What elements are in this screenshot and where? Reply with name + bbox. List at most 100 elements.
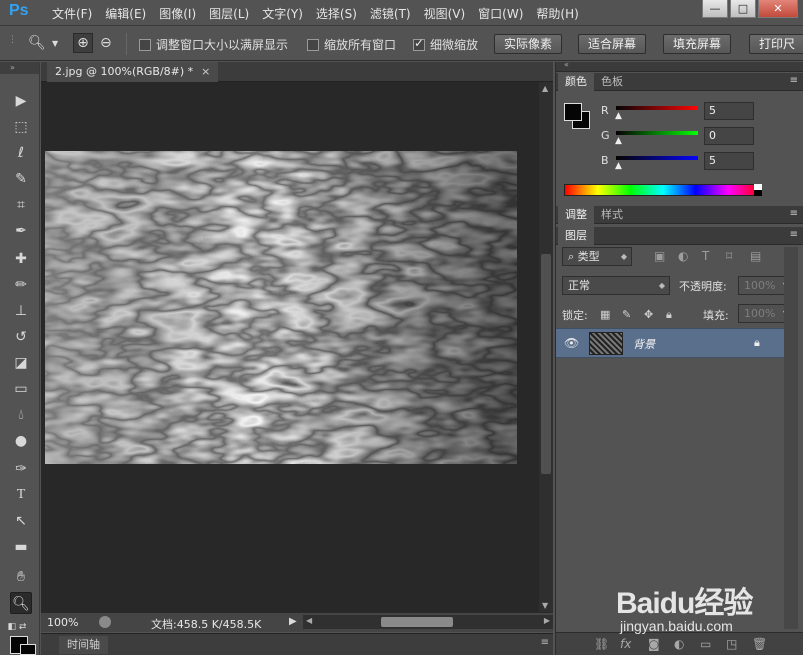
pen-tool-icon[interactable]: ✑: [10, 458, 32, 480]
blue-value-input[interactable]: 5: [704, 152, 754, 170]
blue-thumb[interactable]: ▲: [615, 161, 622, 171]
quick-select-tool-icon[interactable]: ✎: [10, 168, 32, 190]
lasso-tool-icon[interactable]: ℓ: [10, 142, 32, 164]
menu-type[interactable]: 文字(Y): [262, 5, 303, 22]
print-size-button[interactable]: 打印尺: [749, 34, 803, 54]
link-layers-icon[interactable]: ⛓: [594, 637, 609, 651]
collapse-icon[interactable]: «: [564, 60, 569, 69]
fit-screen-button[interactable]: 适合屏幕: [578, 34, 647, 54]
chevron-down-icon[interactable]: ▼: [52, 39, 58, 48]
scrubby-zoom-checkbox[interactable]: [413, 36, 425, 51]
layer-row-background[interactable]: 👁︎ 背景 🔒︎: [556, 328, 784, 358]
type-tool-icon[interactable]: T: [10, 484, 32, 506]
marquee-tool-icon[interactable]: ⬚: [10, 116, 32, 138]
menu-image[interactable]: 图像(I): [159, 5, 196, 22]
layers-scrollbar[interactable]: [784, 247, 798, 629]
menu-filter[interactable]: 滤镜(T): [370, 5, 411, 22]
fill-screen-button[interactable]: 填充屏幕: [663, 34, 732, 54]
eyedropper-tool-icon[interactable]: ✒: [10, 220, 32, 242]
hand-tool-icon[interactable]: ✋︎: [10, 566, 32, 588]
zoom-all-checkbox[interactable]: [307, 39, 319, 51]
menu-file[interactable]: 文件(F): [52, 5, 92, 22]
blue-track[interactable]: [616, 156, 698, 160]
dodge-tool-icon[interactable]: ●: [10, 430, 32, 452]
background-color-swatch[interactable]: [20, 644, 36, 655]
history-brush-icon[interactable]: ↺: [10, 326, 32, 348]
filter-shape-icon[interactable]: ⌑: [726, 249, 732, 263]
close-icon[interactable]: ×: [201, 65, 210, 78]
lock-image-icon[interactable]: ✎: [622, 308, 631, 321]
red-thumb[interactable]: ▲: [615, 111, 622, 121]
resize-windows-option[interactable]: 调整窗口大小以满屏显示: [139, 36, 288, 53]
status-menu-arrow-icon[interactable]: ▶: [289, 616, 297, 627]
default-colors-icon[interactable]: ◧ ⇄: [6, 616, 28, 638]
menu-edit[interactable]: 编辑(E): [105, 5, 146, 22]
timeline-tab[interactable]: 时间轴: [59, 636, 108, 654]
status-info-icon[interactable]: [99, 616, 111, 628]
green-thumb[interactable]: ▲: [615, 136, 622, 146]
panel-menu-icon[interactable]: ≡: [790, 208, 798, 219]
scroll-down-icon[interactable]: ▼: [542, 601, 548, 610]
rectangle-tool-icon[interactable]: ▬: [10, 536, 32, 558]
tab-adjustments[interactable]: 调整: [558, 206, 594, 224]
red-slider[interactable]: R ▲ 5: [596, 102, 801, 124]
tab-layers[interactable]: 图层: [558, 227, 594, 245]
green-track[interactable]: [616, 131, 698, 135]
black-white-swatch[interactable]: [754, 184, 762, 196]
green-value-input[interactable]: 0: [704, 127, 754, 145]
minimize-button[interactable]: —: [702, 0, 728, 18]
blend-mode-select[interactable]: 正常 ◆: [562, 276, 670, 295]
vertical-scrollbar[interactable]: ▲ ▼: [539, 82, 553, 612]
healing-brush-icon[interactable]: ✚: [10, 248, 32, 270]
tab-swatches[interactable]: 色板: [594, 73, 630, 91]
tab-color[interactable]: 颜色: [558, 73, 594, 91]
filter-smart-object-icon[interactable]: ▤: [750, 249, 761, 263]
image-canvas[interactable]: [45, 151, 517, 464]
lock-transparent-icon[interactable]: ▦: [600, 308, 610, 321]
red-value-input[interactable]: 5: [704, 102, 754, 120]
menu-layer[interactable]: 图层(L): [209, 5, 249, 22]
blur-tool-icon[interactable]: 💧︎: [10, 404, 32, 426]
scroll-up-icon[interactable]: ▲: [542, 84, 548, 93]
green-slider[interactable]: G ▲ 0: [596, 127, 801, 149]
filter-type-icon[interactable]: T: [702, 249, 709, 263]
lock-all-icon[interactable]: 🔒︎: [666, 308, 672, 322]
zoom-out-icon[interactable]: ⊖: [100, 35, 112, 51]
eye-icon[interactable]: 👁︎: [564, 336, 579, 350]
menu-window[interactable]: 窗口(W): [478, 5, 523, 22]
filter-adjustment-icon[interactable]: ◐: [678, 249, 688, 263]
blue-slider[interactable]: B ▲ 5: [596, 152, 801, 174]
layer-filter-kind-select[interactable]: ⌕ 类型 ◆: [562, 247, 632, 266]
tab-styles[interactable]: 样式: [594, 206, 630, 224]
zoom-in-icon[interactable]: ⊕: [73, 33, 93, 53]
eraser-tool-icon[interactable]: ◪: [10, 352, 32, 374]
color-spectrum-bar[interactable]: [564, 184, 762, 196]
gradient-tool-icon[interactable]: ▭: [10, 378, 32, 400]
menu-view[interactable]: 视图(V): [424, 5, 466, 22]
layer-name[interactable]: 背景: [633, 336, 655, 352]
vertical-scroll-thumb[interactable]: [541, 254, 551, 474]
close-button[interactable]: ✕: [758, 0, 798, 18]
resize-windows-checkbox[interactable]: [139, 39, 151, 51]
path-select-icon[interactable]: ↖: [10, 510, 32, 532]
lock-icon[interactable]: 🔒︎: [754, 336, 760, 350]
dock-collapse-bar[interactable]: «: [556, 60, 803, 72]
zoom-all-option[interactable]: 缩放所有窗口: [307, 36, 396, 53]
scroll-right-icon[interactable]: ▶: [544, 616, 550, 625]
zoom-level[interactable]: 100%: [47, 616, 78, 629]
zoom-tool-preset-icon[interactable]: 🔍︎: [28, 35, 46, 51]
scroll-left-icon[interactable]: ◀: [306, 616, 312, 625]
color-panel-foreground-swatch[interactable]: [564, 103, 582, 121]
brush-tool-icon[interactable]: ✏: [10, 274, 32, 296]
horizontal-scrollbar[interactable]: ◀ ▶: [303, 615, 553, 629]
zoom-tool-icon[interactable]: 🔍︎: [10, 592, 32, 614]
clone-stamp-icon[interactable]: ⊥: [10, 300, 32, 322]
panel-menu-icon[interactable]: ≡: [790, 75, 798, 86]
scrubby-zoom-option[interactable]: 细微缩放: [413, 36, 478, 53]
move-tool-icon[interactable]: ▶: [10, 90, 32, 112]
menu-help[interactable]: 帮助(H): [536, 5, 578, 22]
red-track[interactable]: [616, 106, 698, 110]
document-tab[interactable]: 2.jpg @ 100%(RGB/8#) * ×: [47, 62, 219, 82]
lock-position-icon[interactable]: ✥: [644, 308, 653, 321]
panel-menu-icon[interactable]: ≡: [790, 229, 798, 240]
